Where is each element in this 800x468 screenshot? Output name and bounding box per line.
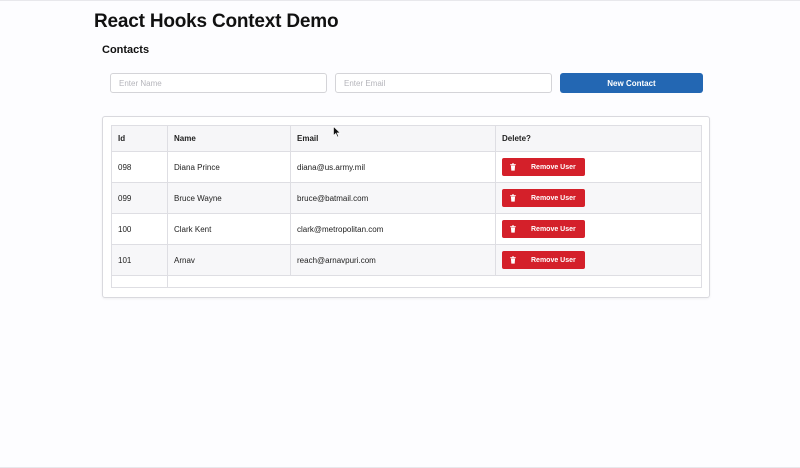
cell-name: Clark Kent [167, 213, 291, 245]
contacts-table: Id Name Email Delete? 098 Diana Prince d… [111, 125, 702, 288]
column-header-id: Id [111, 125, 168, 152]
cell-name: Diana Prince [167, 151, 291, 183]
remove-user-label: Remove User [531, 256, 576, 264]
mouse-cursor-icon [333, 126, 341, 138]
cell-id: 100 [111, 213, 168, 245]
cell-name: Arnav [167, 244, 291, 276]
app-page: React Hooks Context Demo Contacts New Co… [0, 0, 800, 468]
new-contact-button[interactable]: New Contact [560, 73, 703, 93]
remove-user-button[interactable]: Remove User [502, 158, 585, 176]
remove-user-label: Remove User [531, 163, 576, 171]
table-row: 100 Clark Kent clark@metropolitan.com Re… [111, 213, 702, 245]
email-input[interactable] [335, 73, 552, 93]
cell-delete: Remove User [495, 182, 702, 214]
footer-cell [111, 275, 168, 288]
cell-email: diana@us.army.mil [290, 151, 496, 183]
trash-icon [510, 256, 516, 264]
contacts-table-card: Id Name Email Delete? 098 Diana Prince d… [102, 116, 710, 298]
name-input[interactable] [110, 73, 327, 93]
page-title: React Hooks Context Demo [94, 11, 339, 32]
table-footer-row [111, 275, 702, 288]
column-header-name: Name [167, 125, 291, 152]
table-row: 099 Bruce Wayne bruce@batmail.com Remove… [111, 182, 702, 214]
trash-icon [510, 163, 516, 171]
remove-user-button[interactable]: Remove User [502, 189, 585, 207]
cell-delete: Remove User [495, 213, 702, 245]
contacts-heading: Contacts [102, 44, 150, 56]
cell-email: clark@metropolitan.com [290, 213, 496, 245]
remove-user-button[interactable]: Remove User [502, 251, 585, 269]
remove-user-label: Remove User [531, 194, 576, 202]
cell-email: reach@arnavpuri.com [290, 244, 496, 276]
cell-id: 101 [111, 244, 168, 276]
trash-icon [510, 194, 516, 202]
cell-delete: Remove User [495, 151, 702, 183]
cell-id: 099 [111, 182, 168, 214]
table-row: 098 Diana Prince diana@us.army.mil Remov… [111, 151, 702, 183]
column-header-delete: Delete? [495, 125, 702, 152]
remove-user-button[interactable]: Remove User [502, 220, 585, 238]
column-header-email: Email [290, 125, 496, 152]
cell-email: bruce@batmail.com [290, 182, 496, 214]
footer-cell [167, 275, 702, 288]
cell-id: 098 [111, 151, 168, 183]
cell-name: Bruce Wayne [167, 182, 291, 214]
trash-icon [510, 225, 516, 233]
remove-user-label: Remove User [531, 225, 576, 233]
table-row: 101 Arnav reach@arnavpuri.com Remove Use… [111, 244, 702, 276]
cell-delete: Remove User [495, 244, 702, 276]
table-header-row: Id Name Email Delete? [111, 125, 702, 152]
